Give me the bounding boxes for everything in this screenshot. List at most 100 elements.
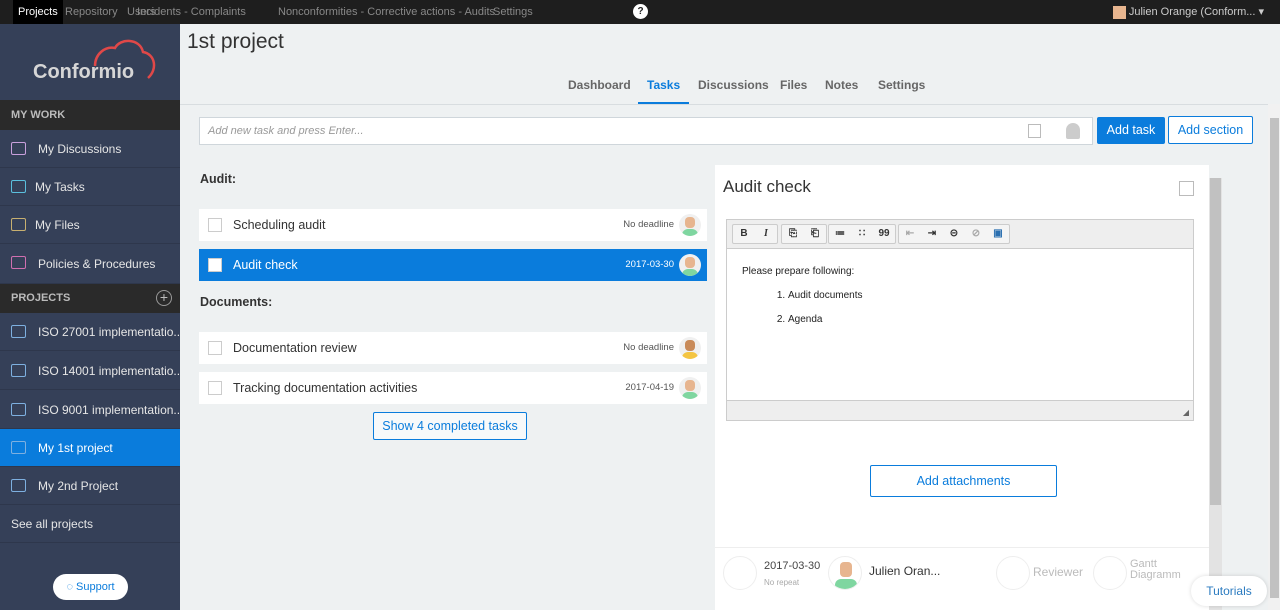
task-checkbox[interactable] <box>208 218 222 232</box>
sidebar: Conformio MY WORK My Discussions My Task… <box>0 24 180 610</box>
sidebar-project[interactable]: ISO 14001 implementatio... <box>0 352 180 390</box>
list-item: Audit documents <box>788 290 863 301</box>
indent-group: ⇤ ⇥ ⊝ ⊘ ▣ <box>898 224 1010 244</box>
avatar <box>679 337 701 359</box>
reviewer-icon[interactable] <box>996 556 1030 590</box>
svg-text:Conformio: Conformio <box>33 61 134 83</box>
support-button[interactable]: ◌ Support <box>53 574 128 600</box>
calendar-icon[interactable] <box>723 556 757 590</box>
gantt-label[interactable]: Gantt Diagramm <box>1130 559 1181 581</box>
paste-word-button[interactable]: ⎗ <box>804 225 826 243</box>
calendar-icon[interactable] <box>1028 124 1041 138</box>
repeat-setting[interactable]: No repeat <box>764 578 799 587</box>
add-task-button[interactable]: Add task <box>1097 117 1165 144</box>
user-name: Julien Orange (Conform... ▾ <box>1128 6 1264 18</box>
sidebar-project[interactable]: My 2nd Project <box>0 467 180 505</box>
add-section-button[interactable]: Add section <box>1168 116 1253 144</box>
add-attachments-button[interactable]: Add attachments <box>870 465 1057 497</box>
label: My Files <box>35 218 80 232</box>
outdent-button[interactable]: ⇤ <box>899 225 921 243</box>
nav-nonconformities[interactable]: Nonconformities - Corrective actions - A… <box>273 0 500 24</box>
label: ISO 27001 implementatio... <box>38 325 180 339</box>
placeholder: Add new task and press Enter... <box>208 125 364 137</box>
discussions-icon <box>11 142 26 155</box>
avatar <box>1112 5 1126 19</box>
sidebar-item-my-discussions[interactable]: My Discussions <box>0 130 180 168</box>
task-row-selected[interactable]: Audit check 2017-03-30 <box>199 249 707 281</box>
image-button[interactable]: ▣ <box>987 225 1009 243</box>
gantt-icon[interactable] <box>1093 556 1127 590</box>
unlink-button[interactable]: ⊘ <box>965 225 987 243</box>
label: My Tasks <box>35 180 85 194</box>
sidebar-project-active[interactable]: My 1st project <box>0 429 180 467</box>
sidebar-item-my-tasks[interactable]: My Tasks <box>0 168 180 206</box>
paste-group: ⎘ ⎗ <box>781 224 827 244</box>
list-item: Agenda <box>788 314 863 325</box>
tab-tasks[interactable]: Tasks <box>638 78 690 104</box>
help-icon[interactable]: ? <box>633 4 648 19</box>
task-deadline: 2017-03-30 <box>625 259 674 270</box>
tab-notes[interactable]: Notes <box>825 78 858 104</box>
assignee-name[interactable]: Julien Oran... <box>869 564 940 578</box>
indent-button[interactable]: ⇥ <box>921 225 943 243</box>
editor-toolbar: BI ⎘ ⎗ ≔ ∷ 99 ⇤ ⇥ ⊝ ⊘ ▣ <box>727 220 1193 249</box>
avatar <box>679 254 701 276</box>
link-button[interactable]: ⊝ <box>943 225 965 243</box>
projects-header: PROJECTS + <box>0 284 180 313</box>
assign-user-icon[interactable] <box>1066 123 1080 139</box>
sidebar-item-policies[interactable]: Policies & Procedures <box>0 244 180 284</box>
label: PROJECTS <box>11 292 71 304</box>
label: My Discussions <box>38 142 122 156</box>
avatar <box>679 377 701 399</box>
task-deadline: No deadline <box>623 342 674 353</box>
tab-settings[interactable]: Settings <box>878 78 925 104</box>
task-checkbox[interactable] <box>208 341 222 355</box>
panel-scrollbar-thumb[interactable] <box>1210 178 1221 505</box>
tab-files[interactable]: Files <box>780 78 807 104</box>
section-title: Documents: <box>200 295 273 309</box>
sidebar-item-my-files[interactable]: My Files <box>0 206 180 244</box>
tab-discussions[interactable]: Discussions <box>698 78 769 104</box>
reviewer-label[interactable]: Reviewer <box>1033 565 1083 579</box>
add-project-icon[interactable]: + <box>156 290 172 306</box>
paste-text-button[interactable]: ⎘ <box>782 225 804 243</box>
sidebar-project[interactable]: ISO 27001 implementatio... <box>0 313 180 351</box>
label: My 2nd Project <box>38 479 119 493</box>
nav-projects[interactable]: Projects <box>13 0 63 24</box>
italic-button[interactable]: I <box>755 225 777 243</box>
nav-repository[interactable]: Repository <box>60 0 123 24</box>
numbered-list-button[interactable]: ≔ <box>829 225 851 243</box>
task-deadline: 2017-04-19 <box>625 382 674 393</box>
user-menu[interactable]: Julien Orange (Conform... ▾ <box>1112 0 1264 24</box>
sidebar-project[interactable]: ISO 9001 implementation... <box>0 391 180 429</box>
complete-checkbox[interactable] <box>1179 181 1194 196</box>
bold-button[interactable]: B <box>733 225 755 243</box>
task-checkbox[interactable] <box>208 381 222 395</box>
list-group: ≔ ∷ 99 <box>828 224 896 244</box>
due-date[interactable]: 2017-03-30 <box>764 560 820 572</box>
nav-incidents[interactable]: Incidents - Complaints <box>132 0 251 24</box>
folder-icon <box>11 364 26 377</box>
description-editor[interactable]: BI ⎘ ⎗ ≔ ∷ 99 ⇤ ⇥ ⊝ ⊘ ▣ Please prepare followin… <box>726 219 1194 421</box>
task-checkbox[interactable] <box>208 258 222 272</box>
task-meta-footer: 2017-03-30 No repeat Julien Oran... Revi… <box>715 547 1209 610</box>
page-scrollbar-thumb[interactable] <box>1270 118 1279 598</box>
show-completed-button[interactable]: Show 4 completed tasks <box>373 412 527 440</box>
resize-handle[interactable]: ◢ <box>727 400 1193 420</box>
new-task-input[interactable]: Add new task and press Enter... <box>199 117 1093 145</box>
see-all-projects-link[interactable]: See all projects <box>0 505 180 543</box>
task-row[interactable]: Documentation review No deadline <box>199 332 707 364</box>
assignee-avatar[interactable] <box>828 556 862 590</box>
task-title[interactable]: Audit check <box>723 177 811 197</box>
top-nav: Projects Repository Users Incidents - Co… <box>0 0 1280 24</box>
tab-dashboard[interactable]: Dashboard <box>568 78 631 104</box>
task-row[interactable]: Tracking documentation activities 2017-04… <box>199 372 707 404</box>
editor-content[interactable]: Please prepare following: Audit document… <box>742 266 863 325</box>
blockquote-button[interactable]: 99 <box>873 225 895 243</box>
conformio-logo[interactable]: Conformio <box>0 24 180 100</box>
task-row[interactable]: Scheduling audit No deadline <box>199 209 707 241</box>
nav-settings[interactable]: Settings <box>488 0 538 24</box>
bullet-list-button[interactable]: ∷ <box>851 225 873 243</box>
label: Support <box>76 581 115 593</box>
tutorials-button[interactable]: Tutorials <box>1191 576 1267 606</box>
